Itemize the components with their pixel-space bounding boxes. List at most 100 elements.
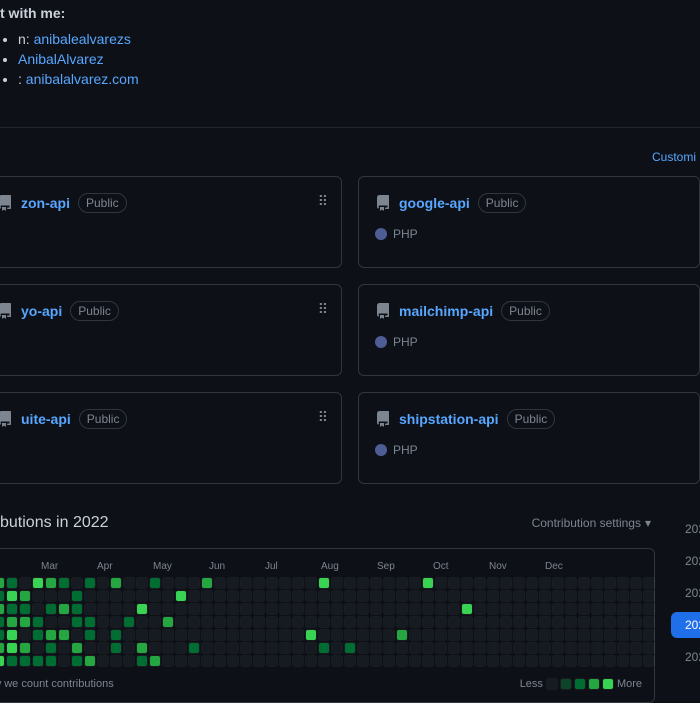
contribution-day[interactable]: [579, 578, 589, 588]
contribution-day[interactable]: [566, 630, 576, 640]
contribution-day[interactable]: [163, 656, 173, 666]
contribution-day[interactable]: [397, 630, 407, 640]
contribution-day[interactable]: [59, 617, 69, 627]
contribution-day[interactable]: [33, 578, 43, 588]
linkedin-link[interactable]: anibalealvarezs: [34, 31, 131, 47]
contribution-day[interactable]: [111, 604, 121, 614]
contribution-day[interactable]: [449, 604, 459, 614]
contribution-day[interactable]: [475, 578, 485, 588]
contribution-day[interactable]: [384, 643, 394, 653]
contribution-day[interactable]: [306, 656, 316, 666]
contribution-day[interactable]: [475, 591, 485, 601]
contribution-day[interactable]: [384, 630, 394, 640]
contribution-day[interactable]: [410, 578, 420, 588]
contribution-day[interactable]: [20, 643, 30, 653]
contribution-day[interactable]: [176, 578, 186, 588]
contribution-day[interactable]: [280, 656, 290, 666]
contribution-day[interactable]: [631, 630, 641, 640]
contribution-day[interactable]: [345, 630, 355, 640]
twitter-link[interactable]: AnibalAlvarez: [18, 51, 104, 67]
contribution-day[interactable]: [384, 617, 394, 627]
contribution-day[interactable]: [579, 643, 589, 653]
contribution-day[interactable]: [46, 656, 56, 666]
contribution-day[interactable]: [475, 656, 485, 666]
contribution-day[interactable]: [189, 630, 199, 640]
contribution-day[interactable]: [59, 643, 69, 653]
contribution-day[interactable]: [410, 643, 420, 653]
contribution-day[interactable]: [579, 591, 589, 601]
contribution-day[interactable]: [514, 656, 524, 666]
contribution-day[interactable]: [540, 630, 550, 640]
contribution-day[interactable]: [488, 578, 498, 588]
contribution-day[interactable]: [332, 617, 342, 627]
contribution-day[interactable]: [33, 643, 43, 653]
contribution-day[interactable]: [163, 617, 173, 627]
contribution-day[interactable]: [228, 643, 238, 653]
contribution-day[interactable]: [527, 591, 537, 601]
contribution-day[interactable]: [46, 604, 56, 614]
contribution-day[interactable]: [501, 617, 511, 627]
contribution-day[interactable]: [137, 604, 147, 614]
contribution-day[interactable]: [332, 630, 342, 640]
contribution-day[interactable]: [449, 643, 459, 653]
contribution-day[interactable]: [241, 604, 251, 614]
contribution-day[interactable]: [72, 656, 82, 666]
contribution-day[interactable]: [7, 617, 17, 627]
contribution-day[interactable]: [618, 643, 628, 653]
contribution-day[interactable]: [566, 591, 576, 601]
contribution-day[interactable]: [150, 617, 160, 627]
contribution-day[interactable]: [540, 643, 550, 653]
contribution-day[interactable]: [137, 617, 147, 627]
contribution-day[interactable]: [72, 643, 82, 653]
contribution-day[interactable]: [605, 656, 615, 666]
contribution-day[interactable]: [293, 630, 303, 640]
contribution-day[interactable]: [124, 604, 134, 614]
contribution-day[interactable]: [579, 604, 589, 614]
contribution-day[interactable]: [254, 617, 264, 627]
contribution-day[interactable]: [293, 578, 303, 588]
contribution-day[interactable]: [423, 591, 433, 601]
contribution-day[interactable]: [384, 578, 394, 588]
repo-link[interactable]: uite-api: [21, 411, 71, 427]
contribution-day[interactable]: [163, 591, 173, 601]
contribution-day[interactable]: [527, 656, 537, 666]
contribution-day[interactable]: [98, 578, 108, 588]
contribution-day[interactable]: [46, 643, 56, 653]
contribution-day[interactable]: [46, 617, 56, 627]
contribution-day[interactable]: [605, 643, 615, 653]
contribution-day[interactable]: [241, 630, 251, 640]
contribution-day[interactable]: [501, 591, 511, 601]
contribution-day[interactable]: [241, 656, 251, 666]
contribution-day[interactable]: [540, 578, 550, 588]
contribution-day[interactable]: [423, 604, 433, 614]
contribution-day[interactable]: [423, 630, 433, 640]
contribution-day[interactable]: [449, 617, 459, 627]
contribution-day[interactable]: [111, 656, 121, 666]
contribution-day[interactable]: [111, 578, 121, 588]
contribution-day[interactable]: [267, 617, 277, 627]
contribution-day[interactable]: [280, 578, 290, 588]
contribution-day[interactable]: [605, 630, 615, 640]
contribution-day[interactable]: [293, 604, 303, 614]
contribution-day[interactable]: [306, 578, 316, 588]
contribution-day[interactable]: [501, 578, 511, 588]
contribution-day[interactable]: [85, 578, 95, 588]
contribution-day[interactable]: [306, 591, 316, 601]
contribution-day[interactable]: [176, 643, 186, 653]
contribution-day[interactable]: [345, 591, 355, 601]
contribution-day[interactable]: [98, 604, 108, 614]
contribution-day[interactable]: [423, 617, 433, 627]
contribution-day[interactable]: [514, 643, 524, 653]
contribution-day[interactable]: [7, 656, 17, 666]
contribution-day[interactable]: [475, 617, 485, 627]
contribution-day[interactable]: [410, 604, 420, 614]
contribution-day[interactable]: [85, 656, 95, 666]
contribution-day[interactable]: [358, 578, 368, 588]
contribution-day[interactable]: [397, 656, 407, 666]
contribution-day[interactable]: [176, 591, 186, 601]
contribution-day[interactable]: [319, 617, 329, 627]
contribution-day[interactable]: [501, 643, 511, 653]
contribution-day[interactable]: [267, 630, 277, 640]
year-filter-2022[interactable]: 2022: [671, 612, 700, 638]
contribution-day[interactable]: [514, 578, 524, 588]
